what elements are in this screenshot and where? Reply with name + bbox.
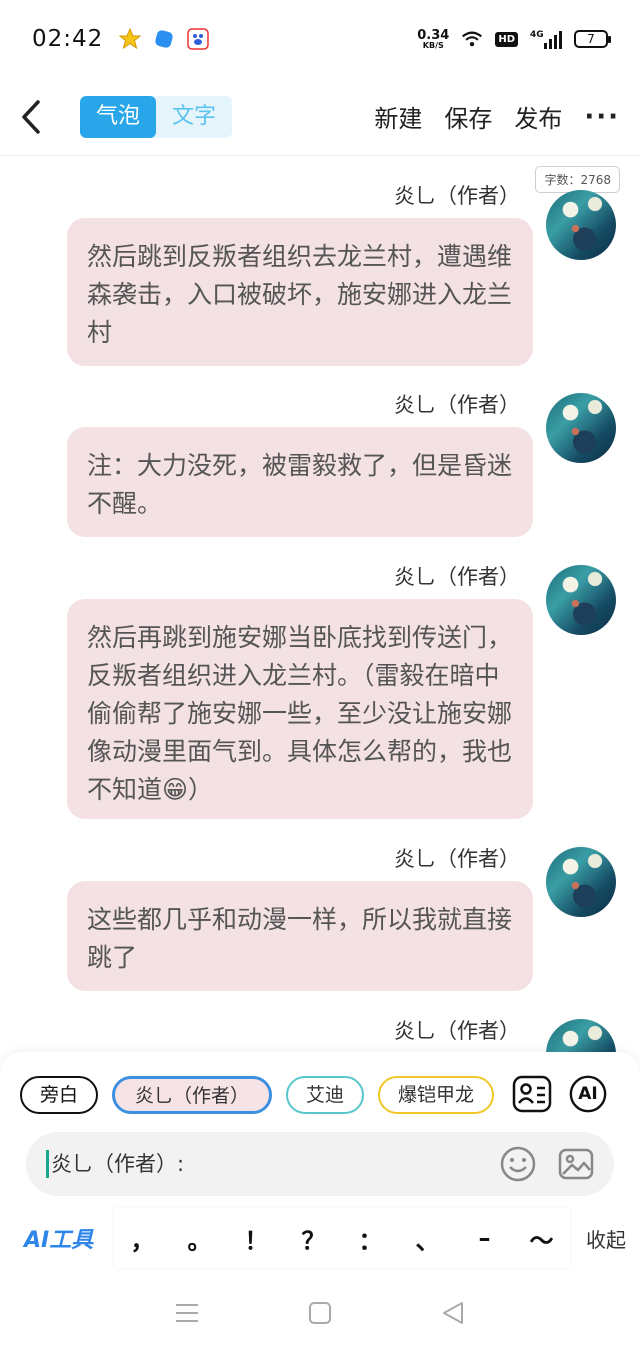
speaker-avatar[interactable] [546, 393, 616, 463]
wifi-icon [461, 28, 483, 50]
message-input-value: 炎乚（作者）: [46, 1150, 184, 1178]
star-app-icon [119, 28, 142, 50]
punct-question[interactable]: ？ [296, 1221, 332, 1256]
ai-button[interactable]: AI [568, 1074, 608, 1114]
role-chip-narrator[interactable]: 旁白 [20, 1076, 99, 1114]
tab-bubble[interactable]: 气泡 [80, 95, 157, 138]
punct-period[interactable]: 。 [182, 1221, 218, 1256]
notification-icons [119, 28, 210, 50]
emoji-button[interactable] [500, 1146, 536, 1182]
ai-button-label: AI [578, 1084, 598, 1104]
baidu-app-icon [187, 28, 210, 50]
message-bubble[interactable]: 然后跳到反叛者组织去龙兰村，遭遇维森袭击，入口被破坏，施安娜进入龙兰村 [67, 218, 533, 366]
composer-panel: 旁白 炎乚（作者） 艾迪 爆铠甲龙 AI 炎乚（作者）: AI工具 ， 。 ！ … [0, 1052, 640, 1274]
message-bubble[interactable]: 然后再跳到施安娜当卧底找到传送门，反叛者组织进入龙兰村。（雷毅在暗中偷偷帮了施安… [67, 599, 533, 819]
cellular-signal-icon: 4G [530, 28, 562, 50]
speaker-name: 炎乚（作者） [394, 184, 520, 208]
emoji-icon [500, 1146, 536, 1182]
status-time: 02:42 [32, 26, 104, 52]
speaker-name: 炎乚（作者） [394, 565, 520, 589]
role-chip-aidi[interactable]: 艾迪 [286, 1076, 365, 1114]
image-icon [558, 1148, 594, 1180]
role-chip-author[interactable]: 炎乚（作者） [112, 1076, 273, 1114]
punct-colon[interactable]: ： [353, 1221, 389, 1256]
chevron-left-icon [22, 99, 40, 134]
nav-menu-button[interactable] [172, 1298, 202, 1328]
more-menu-button[interactable]: ··· [584, 102, 620, 132]
back-button[interactable] [20, 97, 50, 137]
new-button[interactable]: 新建 [374, 99, 422, 134]
message-input[interactable]: 炎乚（作者）: [26, 1132, 614, 1196]
net-speed-unit: KB/S [422, 40, 444, 50]
back-triangle-icon [443, 1301, 464, 1324]
menu-icon [175, 1303, 198, 1322]
punctuation-list: ， 。 ！ ？ ： 、 – ～ [114, 1208, 570, 1268]
speaker-name: 炎乚（作者） [394, 1019, 520, 1043]
home-square-icon [308, 1301, 331, 1324]
header-actions: 新建 保存 发布 ··· [374, 99, 620, 134]
collapse-button[interactable]: 收起 [586, 1224, 626, 1253]
save-button[interactable]: 保存 [444, 99, 492, 134]
system-nav-bar [0, 1274, 640, 1351]
blue-app-icon [153, 28, 175, 50]
tab-text[interactable]: 文字 [156, 96, 232, 138]
speaker-name: 炎乚（作者） [394, 847, 520, 871]
mode-toggle: 气泡 文字 [80, 95, 233, 138]
svg-text:4G: 4G [530, 30, 544, 40]
publish-button[interactable]: 发布 [514, 99, 562, 134]
role-selector: 旁白 炎乚（作者） 艾迪 爆铠甲龙 [20, 1076, 495, 1114]
net-speed: 0.34 KB/S [417, 29, 449, 50]
nav-back-button[interactable] [438, 1298, 468, 1328]
nav-home-button[interactable] [305, 1298, 335, 1328]
message-bubble[interactable]: 这些都几乎和动漫一样，所以我就直接跳了 [67, 881, 533, 991]
punct-exclamation[interactable]: ！ [239, 1221, 275, 1256]
system-icons: 0.34 KB/S HD 4G 7 [417, 28, 611, 50]
word-count-badge: 字数：2768 [535, 166, 620, 193]
battery-indicator: 7 [574, 30, 611, 48]
speaker-avatar[interactable] [546, 847, 616, 917]
punct-comma[interactable]: ， [125, 1221, 161, 1256]
speaker-name: 炎乚（作者） [394, 393, 520, 417]
speaker-avatar[interactable] [546, 190, 616, 260]
net-speed-value: 0.34 [417, 27, 450, 43]
input-actions [500, 1146, 594, 1182]
status-bar: 02:42 0.34 KB/S HD 4G 7 [0, 0, 640, 78]
message-bubble[interactable]: 注：大力没死，被雷毅救了，但是昏迷不醒。 [67, 427, 533, 537]
punct-tilde[interactable]: ～ [524, 1221, 560, 1256]
character-card-button[interactable] [512, 1074, 552, 1114]
contact-card-icon [512, 1075, 552, 1113]
hd-badge: HD [495, 31, 518, 47]
punctuation-bar: AI工具 ， 。 ！ ？ ： 、 – ～ 收起 [0, 1208, 640, 1268]
punct-dash[interactable]: – [467, 1224, 503, 1252]
role-chip-baokai[interactable]: 爆铠甲龙 [378, 1076, 495, 1114]
speaker-avatar[interactable] [546, 565, 616, 635]
editor-header: 气泡 文字 新建 保存 发布 ··· [0, 78, 640, 156]
ai-tools-button[interactable]: AI工具 [24, 1222, 93, 1254]
image-button[interactable] [558, 1146, 594, 1182]
punct-enumeration[interactable]: 、 [410, 1221, 446, 1256]
